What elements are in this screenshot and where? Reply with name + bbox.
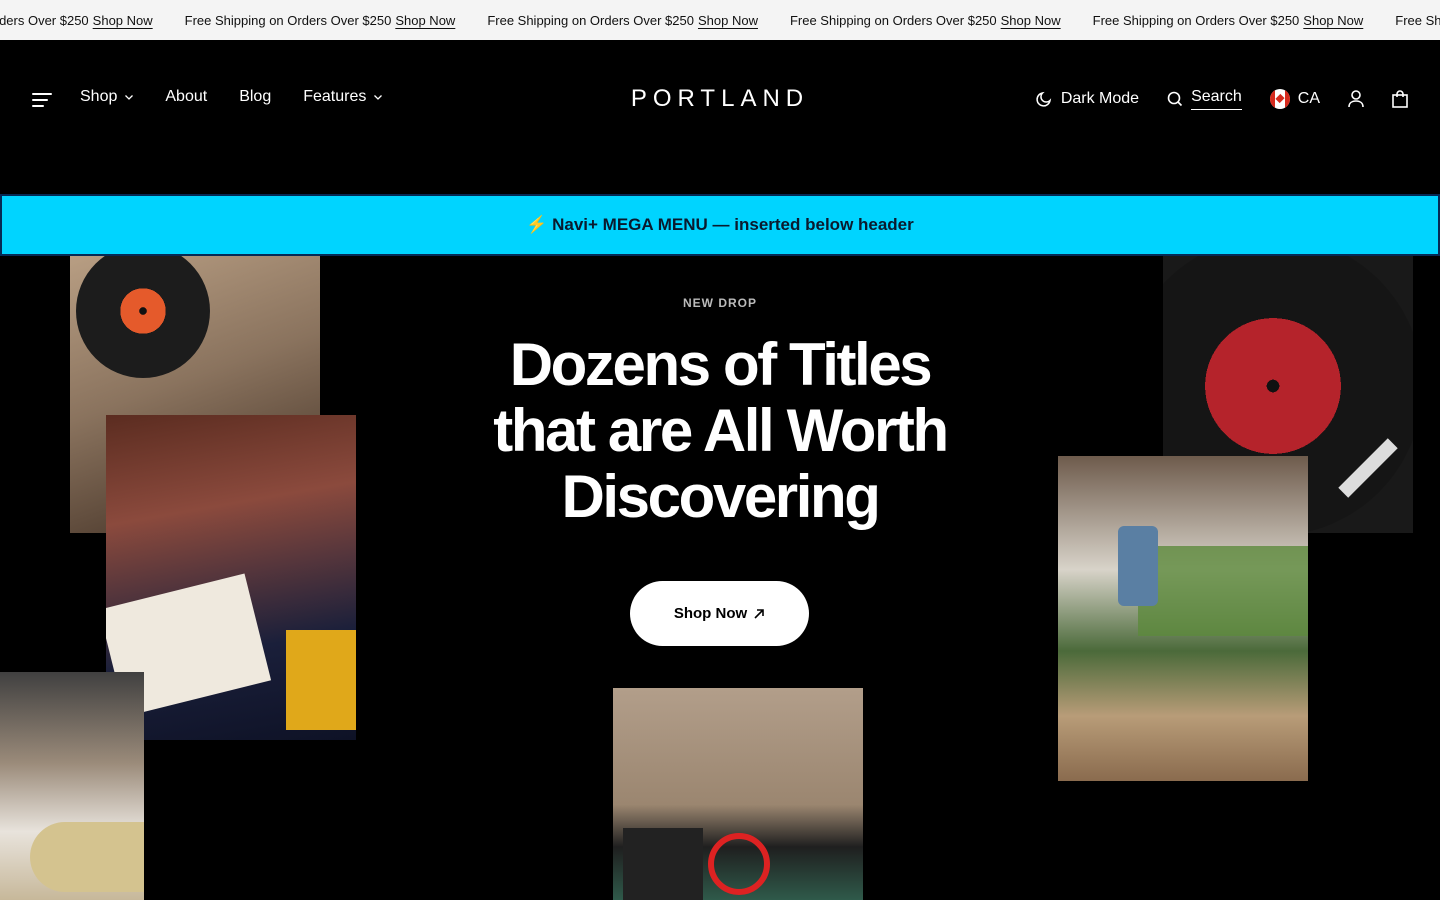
announcement-item: Free Shipping on Orders Over $250Shop No…	[185, 13, 456, 28]
announcement-bar: Free Shipping on Orders Over $250Shop No…	[0, 0, 1440, 40]
cart-button[interactable]	[1392, 90, 1408, 108]
announcement-item: Free Shipping on Orders Over $250Shop No…	[1395, 13, 1440, 28]
announcement-text: Free Shipping on Orders Over $250	[789, 12, 997, 28]
announcement-item: Free Shipping on Orders Over $250Shop No…	[1093, 13, 1364, 28]
announcement-item: Free Shipping on Orders Over $250 Shop No…	[790, 13, 1061, 28]
site-header: Shop About Blog Features PORTLAND Dark M…	[0, 40, 1440, 194]
dark-mode-toggle[interactable]: Dark Mode	[1035, 90, 1139, 108]
search-button[interactable]: Search	[1167, 88, 1242, 110]
shop-now-link[interactable]: Shop Now	[93, 13, 153, 28]
shop-now-link[interactable]: Shop Now	[395, 13, 455, 28]
account-button[interactable]	[1348, 90, 1364, 108]
announcement-item: Free Shipping on Orders Over $250 Shop No…	[0, 13, 153, 28]
mega-menu-banner: ⚡ Navi+ MEGA MENU — inserted below heade…	[0, 194, 1440, 256]
dark-mode-label: Dark Mode	[1060, 90, 1140, 107]
shop-now-button[interactable]: Shop Now	[630, 581, 809, 646]
country-label: CA	[1297, 90, 1320, 107]
hero-photo-guitar-player	[0, 672, 144, 900]
cart-icon	[1392, 90, 1408, 108]
hero-photo-dj-mixer	[613, 688, 863, 900]
search-label: Search	[1191, 88, 1242, 110]
announcement-text: Free Shipping on Orders Over $250	[184, 12, 392, 28]
announcement-item: Free Shipping on Orders Over $250 Shop No…	[487, 13, 758, 28]
search-icon	[1167, 91, 1183, 107]
country-selector[interactable]: CA	[1269, 89, 1320, 109]
announcement-text: Free Shipping on Orders Over $250	[0, 12, 89, 28]
shop-now-label: Shop Now	[673, 605, 748, 622]
announcement-text: Free Shipping on Orders Over $250	[1395, 12, 1440, 28]
announcement-text: Free Shipping on Orders Over $250	[1092, 12, 1300, 28]
shop-now-link[interactable]: Shop Now	[698, 13, 758, 28]
hero-headline: Dozens of Titles that are All Worth Disc…	[493, 331, 949, 530]
announcement-text: Free Shipping on Orders Over $250	[487, 12, 694, 28]
hero-eyebrow: NEW DROP	[683, 296, 757, 310]
moon-icon	[1036, 91, 1051, 107]
hero-photo-record-store	[1058, 456, 1308, 781]
shop-now-link[interactable]: Shop Now	[1303, 13, 1363, 28]
shop-now-link[interactable]: Shop Now	[1001, 13, 1061, 28]
announcement-track: Free Shipping on Orders Over $250Shop No…	[0, 0, 1440, 40]
header-utilities: Dark Mode Search CA	[1035, 88, 1408, 110]
arrow-up-right-icon	[754, 608, 764, 619]
canada-flag-icon	[1269, 89, 1290, 109]
account-icon	[1348, 90, 1364, 108]
